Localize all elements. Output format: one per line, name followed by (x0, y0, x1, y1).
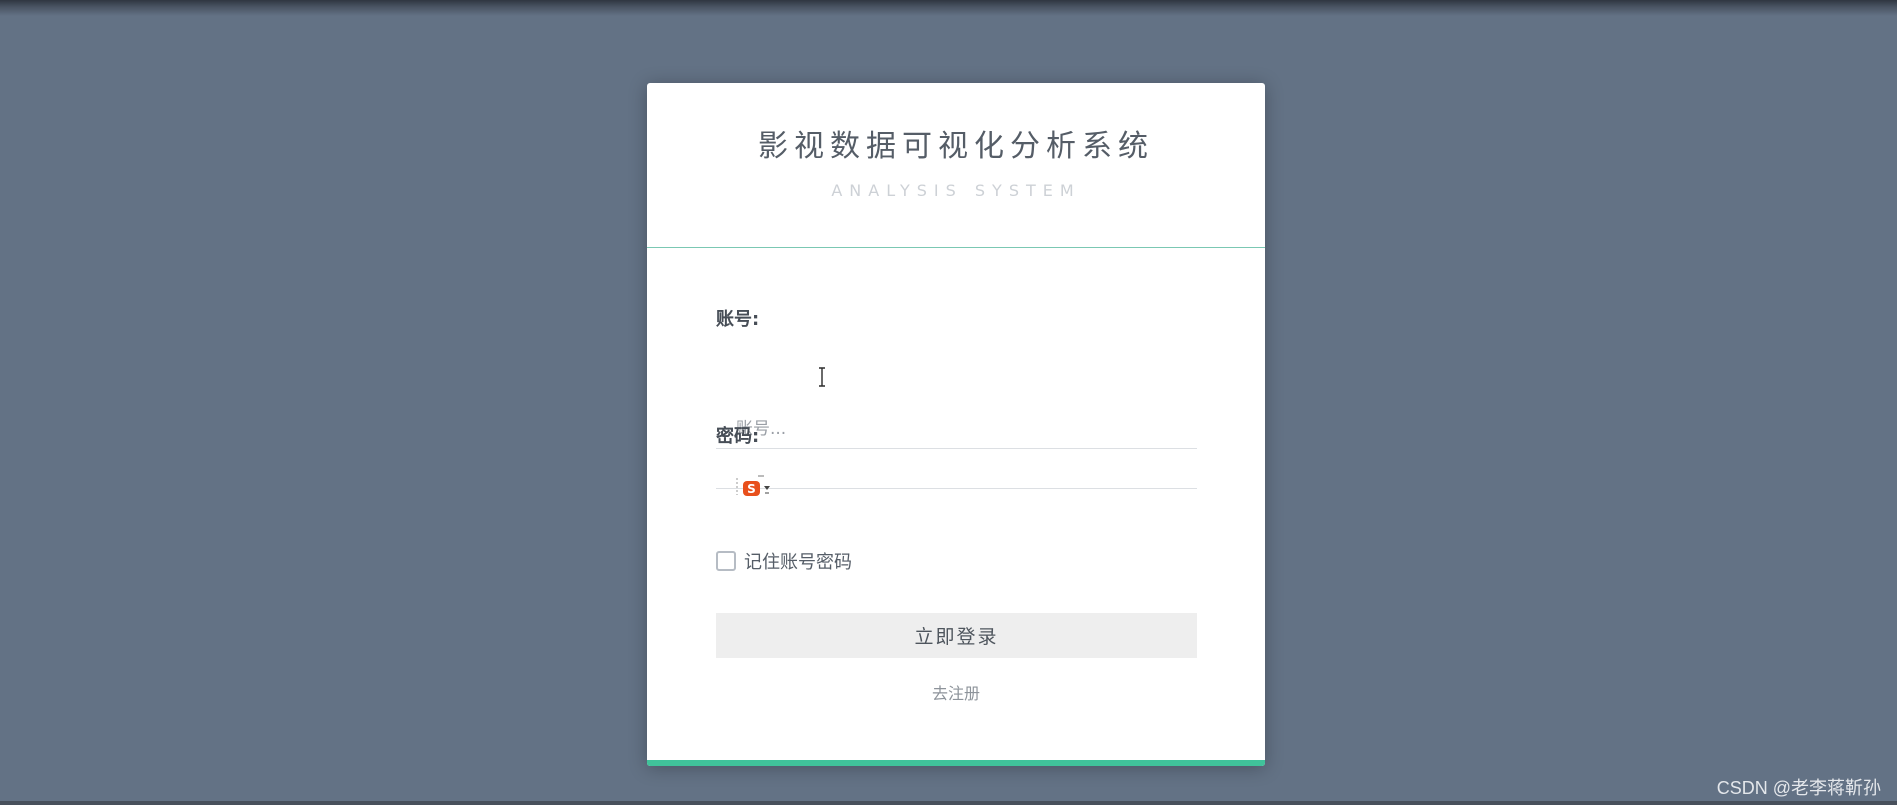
password-input[interactable] (716, 449, 1197, 489)
ime-glyph: S (747, 482, 756, 496)
remember-label[interactable]: 记住账号密码 (744, 548, 852, 574)
account-input[interactable] (716, 409, 1197, 449)
login-button[interactable]: 立即登录 (716, 613, 1197, 658)
login-card: 影视数据可视化分析系统 ANALYSIS SYSTEM 账号: 密码: S 记住… (647, 83, 1265, 766)
text-cursor-icon (819, 367, 825, 387)
account-label: 账号: (716, 309, 760, 330)
sogou-input-method-icon[interactable]: S (736, 474, 776, 498)
remember-checkbox[interactable] (716, 551, 736, 571)
register-link[interactable]: 去注册 (647, 680, 1265, 704)
browser-top-shadow (0, 0, 1897, 16)
page-subtitle: ANALYSIS SYSTEM (831, 181, 1081, 200)
page-title: 影视数据可视化分析系统 (758, 129, 1154, 164)
card-header: 影视数据可视化分析系统 ANALYSIS SYSTEM (647, 83, 1265, 248)
card-bottom-accent (647, 760, 1265, 766)
csdn-watermark: CSDN @老李蒋靳孙 (1716, 778, 1881, 798)
bottom-edge (0, 801, 1897, 805)
remember-row[interactable]: 记住账号密码 (716, 548, 852, 574)
password-label: 密码: (716, 426, 760, 447)
